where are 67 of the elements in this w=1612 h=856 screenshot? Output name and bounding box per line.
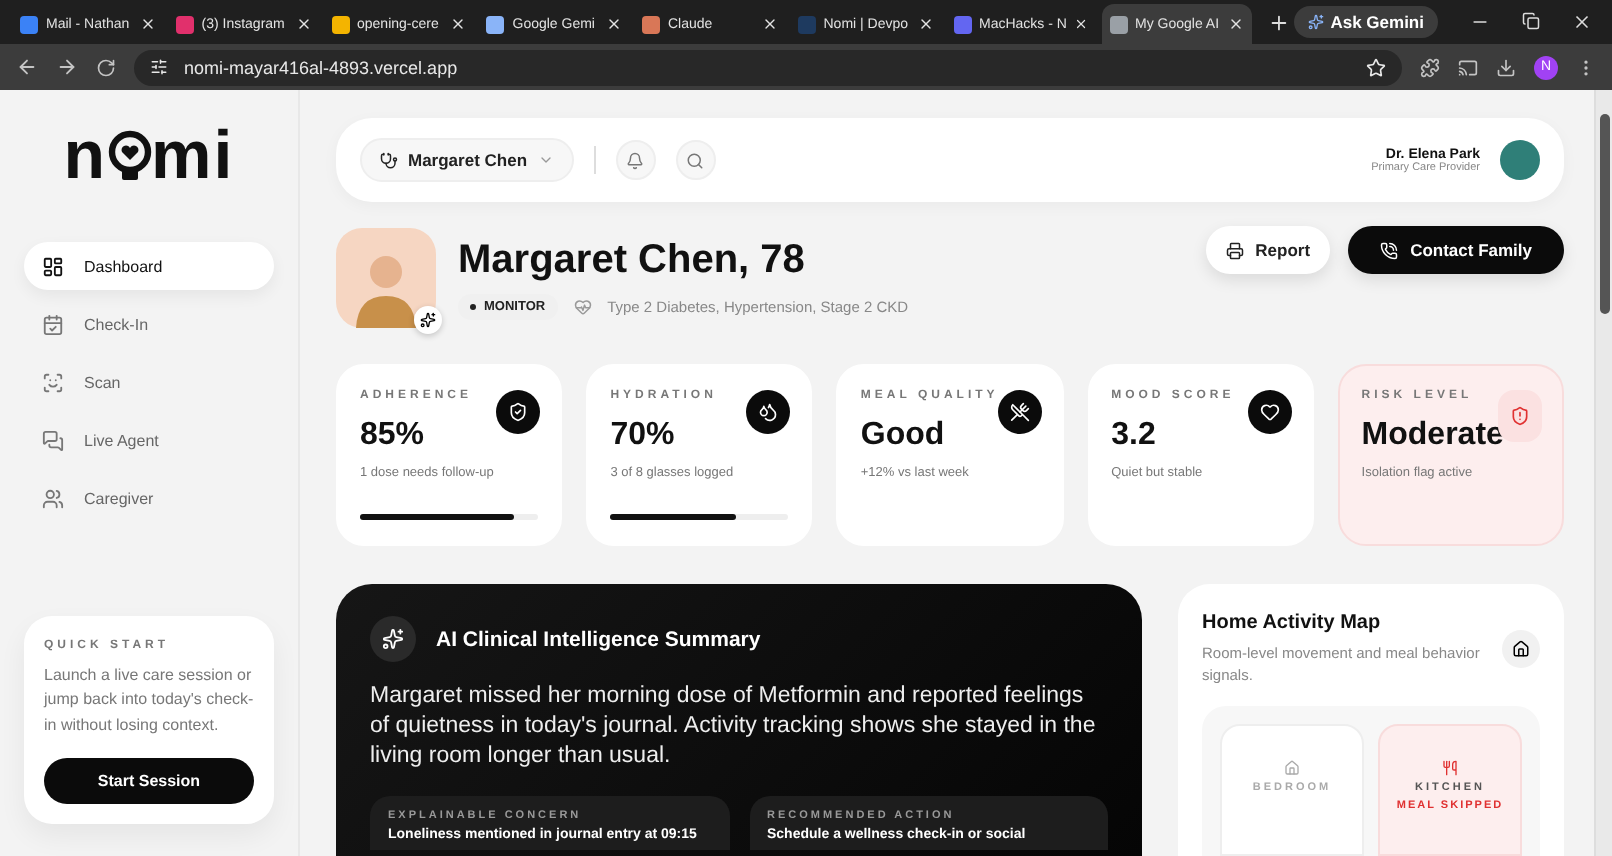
utensils-icon <box>1442 760 1458 776</box>
nav-icon <box>42 371 64 393</box>
reload-icon[interactable] <box>96 57 116 77</box>
stat-value: Good <box>860 418 947 454</box>
doctor-avatar <box>1500 140 1540 180</box>
nav-item[interactable]: Dashboard <box>24 242 274 290</box>
patient-selector[interactable]: Margaret Chen <box>360 138 574 182</box>
restore-icon[interactable] <box>1522 12 1540 30</box>
ask-gemini-button[interactable]: Ask Gemini <box>1294 6 1438 38</box>
nav-item[interactable]: Live Agent <box>24 416 274 464</box>
stat-icon <box>1247 390 1292 434</box>
logo: n mi <box>61 122 237 190</box>
sparkle-icon <box>1308 14 1325 30</box>
chevron-icon <box>537 152 554 168</box>
extensions-icon[interactable] <box>1420 57 1440 77</box>
nav-icon <box>42 313 64 335</box>
sparkle-icon <box>420 312 436 328</box>
close-icon[interactable] <box>761 16 778 32</box>
stat-icon <box>997 390 1042 434</box>
new-tab-icon[interactable] <box>1268 11 1291 33</box>
contact-family-button[interactable]: Contact Family <box>1348 226 1564 274</box>
close-icon[interactable] <box>917 16 933 32</box>
summary-title: AI Clinical Intelligence Summary <box>436 627 761 651</box>
nav-icon <box>42 255 64 277</box>
close-icon[interactable] <box>1572 12 1592 32</box>
download-icon[interactable] <box>1496 57 1516 77</box>
stat-value: 3.2 <box>1111 418 1158 454</box>
close-icon[interactable] <box>1228 16 1245 32</box>
stat-value: 70% <box>610 418 677 454</box>
stat-value: 85% <box>360 418 427 454</box>
bell-icon <box>626 151 645 169</box>
nav-item[interactable]: Scan <box>24 358 274 406</box>
address-bar[interactable]: nomi-mayar416al-4893.vercel.app <box>134 49 1402 85</box>
notifications-button[interactable] <box>615 140 656 180</box>
nav-icon <box>42 487 64 509</box>
stat-icon <box>746 390 791 434</box>
heart-bulb-icon <box>107 126 152 186</box>
heart-pulse-icon <box>573 297 592 315</box>
bookmark-icon[interactable] <box>1366 57 1386 77</box>
close-icon[interactable] <box>450 16 467 32</box>
nav-icon <box>42 429 64 451</box>
printer-icon <box>1225 241 1244 259</box>
map-title: Home Activity Map <box>1202 612 1383 634</box>
summary-text: Margaret missed her morning dose of Metformin and reported feelings of quietness in today's journal. Activity tracking shows she stayed in the living room longer than usual. <box>370 682 1098 772</box>
report-button[interactable]: Report <box>1205 226 1331 274</box>
cast-icon[interactable] <box>1458 57 1478 77</box>
close-icon[interactable] <box>606 16 622 32</box>
stethoscope-icon <box>380 151 398 169</box>
house-icon <box>1502 630 1540 668</box>
search-button[interactable] <box>675 140 716 180</box>
search-icon <box>686 151 705 169</box>
close-icon[interactable] <box>139 16 156 32</box>
nav-item[interactable]: Check-In <box>24 300 274 348</box>
quick-start-text: Launch a live care session or jump back into today's check-in without losing context. <box>44 663 254 738</box>
start-session-button[interactable]: Start Session <box>44 758 254 804</box>
stat-icon <box>496 390 541 434</box>
close-icon[interactable] <box>1074 16 1089 32</box>
house-icon <box>1284 760 1300 776</box>
forward-icon[interactable] <box>56 56 78 78</box>
close-icon[interactable] <box>295 16 311 32</box>
nav-item[interactable]: Caregiver <box>24 474 274 522</box>
back-icon[interactable] <box>16 56 38 78</box>
phone-icon <box>1380 241 1399 259</box>
sparkle-icon <box>370 616 416 662</box>
stat-value: Moderate <box>1361 418 1506 454</box>
site-info-icon[interactable] <box>150 58 168 76</box>
patient-name: Margaret Chen, 78 <box>458 237 807 283</box>
